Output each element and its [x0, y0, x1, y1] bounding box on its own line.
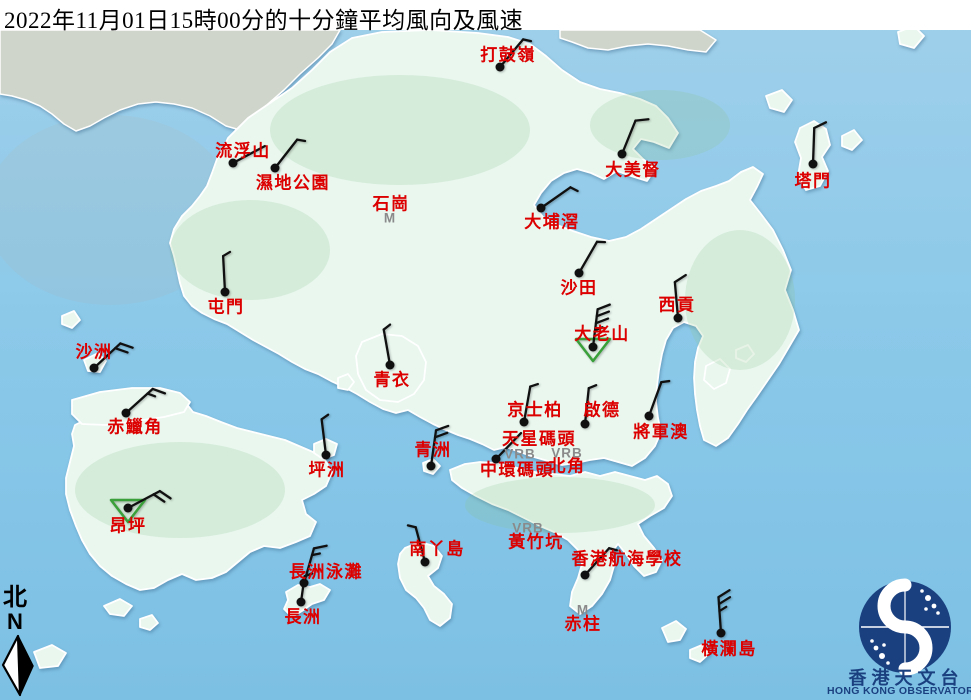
- station-label-green-island: 青洲: [415, 442, 452, 459]
- north-label-letter: N: [7, 611, 23, 633]
- station-label-sha-tin: 沙田: [561, 280, 598, 297]
- station-label-kai-tak: 啟德: [584, 402, 621, 419]
- hills-pat-sin: [590, 90, 730, 160]
- station-label-lau-fau-shan: 流浮山: [215, 143, 271, 160]
- hills-lantau: [75, 442, 285, 538]
- station-label-ngong-ping: 昂坪: [110, 518, 147, 535]
- station-label-hk-sea-school: 香港航海學校: [572, 551, 683, 568]
- station-label-chek-lap-kok: 赤鱲角: [107, 419, 163, 436]
- wind-map: 2022年11月01日15時00分的十分鐘平均風向及風速 打鼓嶺流浮山濕地公園石…: [0, 0, 971, 700]
- station-label-tates-cairn: 大老山: [574, 326, 630, 343]
- hko-logo-english-text: HONG KONG OBSERVATORY: [827, 685, 971, 697]
- station-label-sha-chau: 沙洲: [76, 344, 113, 361]
- station-label-ta-kwu-ling: 打鼓嶺: [480, 47, 536, 64]
- station-flag-shek-kong: M: [384, 211, 396, 225]
- north-label-chinese: 北: [3, 586, 27, 610]
- station-label-cheung-chau: 長洲: [285, 609, 322, 626]
- hills-central-nt: [170, 200, 330, 300]
- station-label-tai-po-kau: 大埔滘: [524, 214, 580, 231]
- station-flag-stanley: M: [577, 603, 589, 617]
- station-flag-star-ferry-pier: VRB: [504, 447, 536, 461]
- station-label-tsing-yi: 青衣: [374, 372, 411, 389]
- hills-hk-island: [465, 477, 655, 533]
- station-label-sai-kung: 西貢: [659, 297, 696, 314]
- station-flag-north-point: VRB: [551, 446, 583, 460]
- station-label-tuen-mun: 屯門: [208, 299, 245, 316]
- map-title: 2022年11月01日15時00分的十分鐘平均風向及風速: [4, 1, 523, 35]
- station-label-stanley: 赤柱: [565, 616, 602, 633]
- title-bar: 2022年11月01日15時00分的十分鐘平均風向及風速: [0, 0, 971, 30]
- station-flag-wong-chuk-hang: VRB: [512, 521, 544, 535]
- hills-tai-mo-shan: [270, 75, 530, 185]
- hills-sai-kung: [685, 230, 795, 370]
- station-label-kings-park: 京士柏: [507, 402, 563, 419]
- station-label-lamma-island: 南丫島: [409, 541, 465, 558]
- station-label-tai-mei-tuk: 大美督: [605, 162, 661, 179]
- hk-base-map: [0, 0, 971, 700]
- island-peng-chau: [314, 439, 337, 459]
- station-label-waglan-island: 橫瀾島: [701, 641, 757, 658]
- station-label-cheung-chau-beach: 長洲泳灘: [289, 564, 363, 581]
- station-label-tseung-kwan-o: 將軍澳: [633, 424, 689, 441]
- station-label-wetland-park: 濕地公園: [256, 175, 330, 192]
- station-label-tap-mun: 塔門: [795, 173, 832, 190]
- station-label-central-pier: 中環碼頭: [480, 462, 554, 479]
- station-label-peng-chau: 坪洲: [309, 462, 346, 479]
- station-label-wong-chuk-hang: 黃竹坑: [508, 534, 564, 551]
